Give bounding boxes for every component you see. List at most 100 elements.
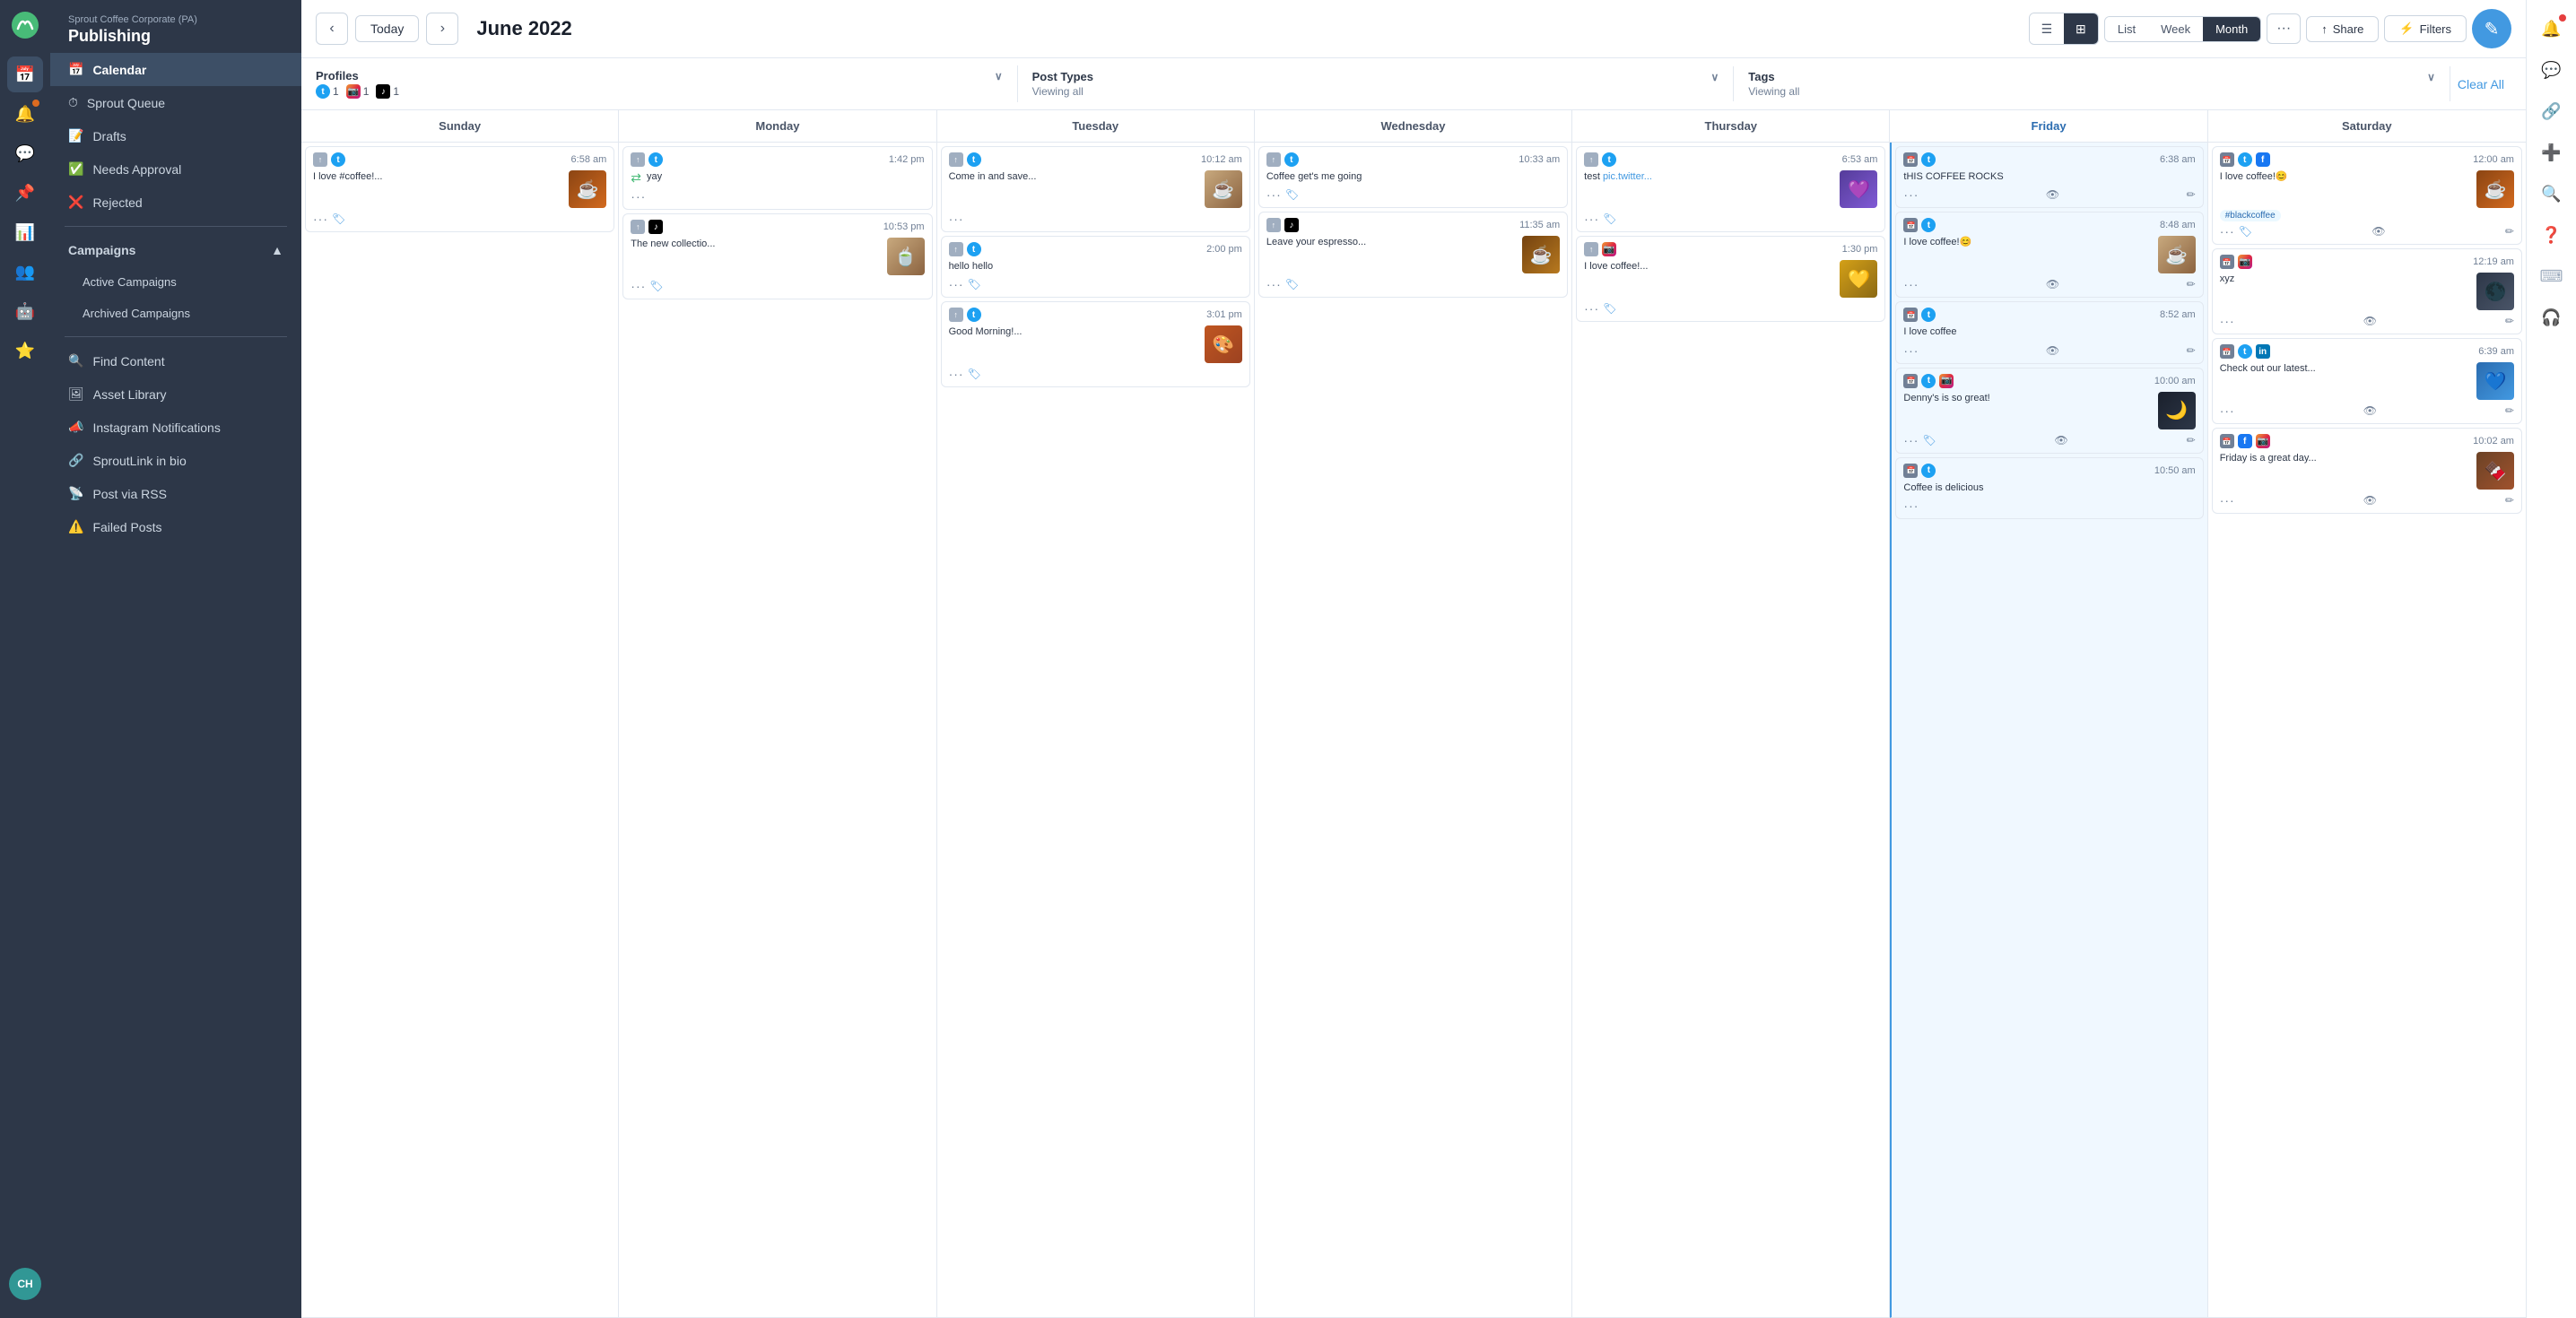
sidebar-item-sproutlink[interactable]: 🔗 SproutLink in bio xyxy=(50,444,301,477)
post-card[interactable]: ↑ t 2:00 pm hello hello ··· 🏷 xyxy=(941,236,1250,298)
eye-icon[interactable]: 👁 xyxy=(2363,494,2377,507)
eye-icon[interactable]: 👁 xyxy=(2363,315,2377,327)
post-card[interactable]: 📅 t f 12:00 am I love coffee!😊 ☕ #blackc… xyxy=(2212,146,2522,245)
eye-icon[interactable]: 👁 xyxy=(2363,404,2377,417)
eye-icon[interactable]: 👁 xyxy=(2046,344,2059,357)
more-actions-icon[interactable]: ··· xyxy=(949,277,964,291)
compose-button[interactable]: ✎ xyxy=(2472,9,2511,48)
post-card[interactable]: 📅 t 10:50 am Coffee is delicious ··· xyxy=(1895,457,2203,519)
post-card[interactable]: 📅 t 8:52 am I love coffee ··· 👁 ✏ xyxy=(1895,301,2203,363)
edit-icon[interactable]: ✏ xyxy=(2187,434,2196,447)
sidebar-item-sprout-queue[interactable]: ⏱ Sprout Queue xyxy=(50,86,301,119)
user-avatar[interactable]: CH xyxy=(9,1268,41,1300)
right-headphones-icon[interactable]: 🎧 xyxy=(2534,299,2570,335)
clear-all-button[interactable]: Clear All xyxy=(2450,74,2511,95)
eye-icon[interactable]: 👁 xyxy=(2046,278,2059,290)
sidebar-item-find-content[interactable]: 🔍 Find Content xyxy=(50,344,301,377)
share-button[interactable]: ↑ Share xyxy=(2306,16,2379,42)
tag-icon[interactable]: 🏷 xyxy=(1922,434,1936,447)
today-button[interactable]: Today xyxy=(355,15,419,42)
post-card[interactable]: ↑ t 3:01 pm Good Morning!... 🎨 ··· 🏷 xyxy=(941,301,1250,387)
tag-icon[interactable]: 🏷 xyxy=(1285,188,1299,201)
right-help-icon[interactable]: ❓ xyxy=(2534,217,2570,253)
more-actions-icon[interactable]: ··· xyxy=(949,367,964,381)
post-card[interactable]: ↑ t 10:33 am Coffee get's me going ··· 🏷 xyxy=(1258,146,1568,208)
more-actions-icon[interactable]: ··· xyxy=(313,212,328,226)
post-card[interactable]: 📅 t 6:38 am tHIS COFFEE ROCKS ··· 👁 ✏ xyxy=(1895,146,2203,208)
more-actions-icon[interactable]: ··· xyxy=(1903,433,1919,447)
more-actions-icon[interactable]: ··· xyxy=(2220,403,2235,418)
sidebar-item-archived-campaigns[interactable]: Archived Campaigns xyxy=(50,298,301,329)
prev-button[interactable]: ‹ xyxy=(316,13,348,45)
right-search-icon[interactable]: 🔍 xyxy=(2534,176,2570,212)
tag-icon[interactable]: 🏷 xyxy=(332,212,345,225)
tag-icon[interactable]: 🏷 xyxy=(968,278,981,290)
view-month-btn[interactable]: Month xyxy=(2203,17,2260,41)
edit-icon[interactable]: ✏ xyxy=(2187,344,2196,357)
rail-publishing-icon[interactable]: 📅 xyxy=(7,56,43,92)
sidebar-item-active-campaigns[interactable]: Active Campaigns xyxy=(50,266,301,298)
more-actions-icon[interactable]: ··· xyxy=(1903,343,1919,358)
edit-icon[interactable]: ✏ xyxy=(2505,315,2514,327)
right-link-icon[interactable]: 🔗 xyxy=(2534,93,2570,129)
more-options-button[interactable]: ··· xyxy=(2267,13,2301,44)
sidebar-item-calendar[interactable]: 📅 Calendar xyxy=(50,53,301,86)
eye-icon[interactable]: 👁 xyxy=(2371,225,2385,238)
tag-icon[interactable]: 🏷 xyxy=(1603,212,1616,225)
right-keyboard-icon[interactable]: ⌨ xyxy=(2534,258,2570,294)
more-actions-icon[interactable]: ··· xyxy=(2220,493,2235,507)
sidebar-item-rejected[interactable]: ❌ Rejected xyxy=(50,186,301,219)
filters-button[interactable]: ⚡ Filters xyxy=(2384,15,2467,42)
eye-icon[interactable]: 👁 xyxy=(2055,434,2068,447)
right-messages-icon[interactable]: 💬 xyxy=(2534,52,2570,88)
edit-icon[interactable]: ✏ xyxy=(2505,494,2514,507)
post-card[interactable]: ↑ ♪ 10:53 pm The new collectio... 🍵 ··· … xyxy=(622,213,932,299)
rail-messages-icon[interactable]: 💬 xyxy=(7,135,43,171)
rail-automation-icon[interactable]: 🤖 xyxy=(7,293,43,329)
post-card[interactable]: ↑ t 6:58 am I love #coffee!... ☕ ··· 🏷 xyxy=(305,146,614,232)
more-actions-icon[interactable]: ··· xyxy=(1584,301,1599,316)
campaigns-section-header[interactable]: Campaigns ▲ xyxy=(50,234,301,266)
more-actions-icon[interactable]: ··· xyxy=(1903,277,1919,291)
next-button[interactable]: › xyxy=(426,13,458,45)
view-list-btn[interactable]: List xyxy=(2105,17,2148,41)
post-types-chevron-icon[interactable]: ∨ xyxy=(1710,71,1719,83)
tag-icon[interactable]: 🏷 xyxy=(1603,302,1616,315)
more-actions-icon[interactable]: ··· xyxy=(631,279,646,293)
sidebar-item-needs-approval[interactable]: ✅ Needs Approval xyxy=(50,152,301,186)
tag-icon[interactable]: 🏷 xyxy=(1285,278,1299,290)
tag-icon[interactable]: 🏷 xyxy=(2239,225,2252,238)
post-card[interactable]: 📅 📷 12:19 am xyz 🌑 ··· 👁 ✏ xyxy=(2212,248,2522,334)
more-actions-icon[interactable]: ··· xyxy=(949,212,964,226)
sidebar-item-failed-posts[interactable]: ⚠️ Failed Posts xyxy=(50,510,301,543)
profiles-chevron-icon[interactable]: ∨ xyxy=(995,70,1003,82)
post-card[interactable]: 📅 t 8:48 am I love coffee!😊 ☕ ··· 👁 ✏ xyxy=(1895,212,2203,298)
edit-icon[interactable]: ✏ xyxy=(2505,225,2514,238)
post-card[interactable]: ↑ t 6:53 am test pic.twitter... 💜 ··· 🏷 xyxy=(1576,146,1885,232)
tag-icon[interactable]: 🏷 xyxy=(649,280,663,292)
rail-tasks-icon[interactable]: 📌 xyxy=(7,175,43,211)
more-actions-icon[interactable]: ··· xyxy=(631,189,646,204)
more-actions-icon[interactable]: ··· xyxy=(1903,187,1919,202)
post-card[interactable]: ↑ t 1:42 pm ⇄ yay ··· xyxy=(622,146,932,210)
rail-notifications-icon[interactable]: 🔔 xyxy=(7,96,43,132)
sidebar-item-drafts[interactable]: 📝 Drafts xyxy=(50,119,301,152)
sidebar-item-post-rss[interactable]: 📡 Post via RSS xyxy=(50,477,301,510)
view-list-icon-btn[interactable]: ☰ xyxy=(2030,13,2064,44)
post-card[interactable]: ↑ ♪ 11:35 am Leave your espresso... ☕ ··… xyxy=(1258,212,1568,298)
post-card[interactable]: 📅 f 📷 10:02 am Friday is a great day... … xyxy=(2212,428,2522,514)
app-logo[interactable] xyxy=(11,11,39,42)
edit-icon[interactable]: ✏ xyxy=(2187,278,2196,290)
sidebar-item-asset-library[interactable]: 🖼 Asset Library xyxy=(50,377,301,411)
tags-chevron-icon[interactable]: ∨ xyxy=(2427,71,2435,83)
post-card[interactable]: ↑ 📷 1:30 pm I love coffee!... 💛 ··· 🏷 xyxy=(1576,236,1885,322)
view-week-btn[interactable]: Week xyxy=(2148,17,2203,41)
post-card[interactable]: 📅 t 📷 10:00 am Denny's is so great! 🌙 ··… xyxy=(1895,368,2203,454)
more-actions-icon[interactable]: ··· xyxy=(1584,212,1599,226)
more-actions-icon[interactable]: ··· xyxy=(1903,499,1919,513)
eye-icon[interactable]: 👁 xyxy=(2046,188,2059,201)
right-notifications-icon[interactable]: 🔔 xyxy=(2534,11,2570,47)
sidebar-item-instagram-notifications[interactable]: 📣 Instagram Notifications xyxy=(50,411,301,444)
rail-reports-icon[interactable]: 📊 xyxy=(7,214,43,250)
more-actions-icon[interactable]: ··· xyxy=(2220,224,2235,238)
